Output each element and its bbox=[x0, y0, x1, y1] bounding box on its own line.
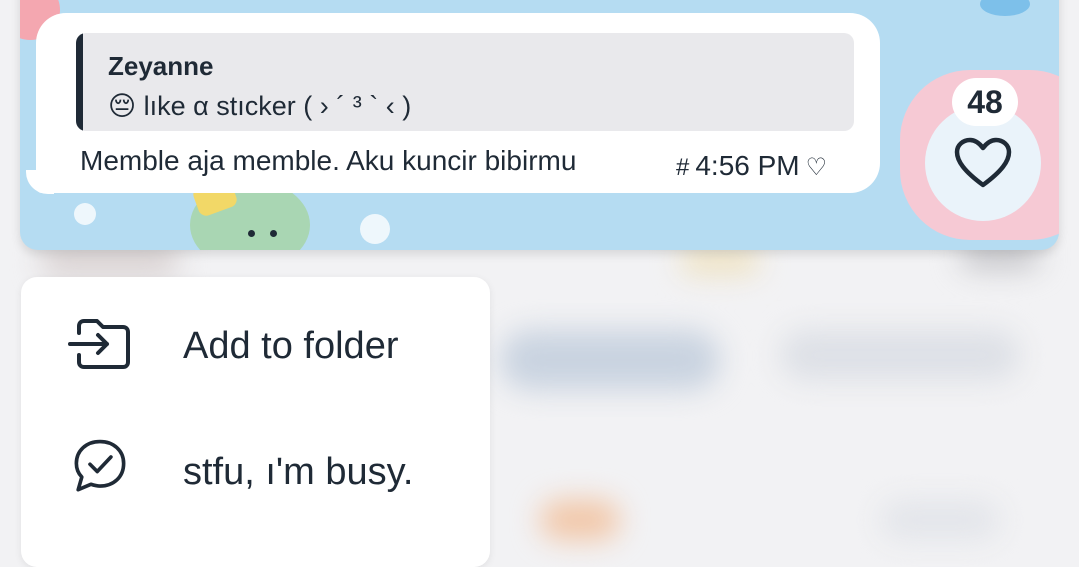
message-text: Memble aja memble. Aku kuncir bibirmu bbox=[80, 145, 577, 176]
message-bubble[interactable]: Zeyanne 😔 lıke α stıcker ( › ´ ³ ` ‹ ) M… bbox=[36, 13, 880, 193]
chat-preview: Zeyanne 😔 lıke α stıcker ( › ´ ³ ` ‹ ) M… bbox=[20, 0, 1059, 250]
reply-quote[interactable]: Zeyanne 😔 lıke α stıcker ( › ´ ³ ` ‹ ) bbox=[76, 33, 854, 131]
wallpaper-decoration bbox=[270, 230, 277, 237]
message-time: 4:56 PM bbox=[695, 150, 800, 181]
reply-author: Zeyanne bbox=[108, 51, 214, 81]
reaction-count: 48 bbox=[952, 78, 1018, 126]
menu-item-add-to-folder[interactable]: Add to folder bbox=[21, 287, 490, 397]
folder-move-icon bbox=[68, 319, 130, 369]
menu-item-label: stfu, ı'm busy. bbox=[183, 451, 414, 493]
chat-check-icon bbox=[74, 439, 126, 492]
reply-accent-bar bbox=[76, 33, 83, 131]
menu-item-filter[interactable]: stfu, ı'm busy. bbox=[21, 413, 490, 523]
wallpaper-decoration bbox=[74, 203, 96, 225]
menu-item-label: Add to folder bbox=[183, 325, 399, 367]
heart-status-icon: ♡ bbox=[805, 154, 828, 181]
reply-text: 😔 lıke α stıcker ( › ´ ³ ` ‹ ) bbox=[108, 91, 412, 121]
message-meta: #4:56 PM ♡ bbox=[676, 150, 827, 182]
wallpaper-decoration bbox=[248, 230, 255, 237]
wallpaper-decoration bbox=[360, 214, 390, 244]
hashtag-icon: # bbox=[676, 154, 690, 181]
wallpaper-decoration bbox=[980, 0, 1030, 16]
context-menu: Add to folder stfu, ı'm busy. bbox=[21, 277, 490, 567]
heart-outline-icon bbox=[954, 137, 1012, 188]
